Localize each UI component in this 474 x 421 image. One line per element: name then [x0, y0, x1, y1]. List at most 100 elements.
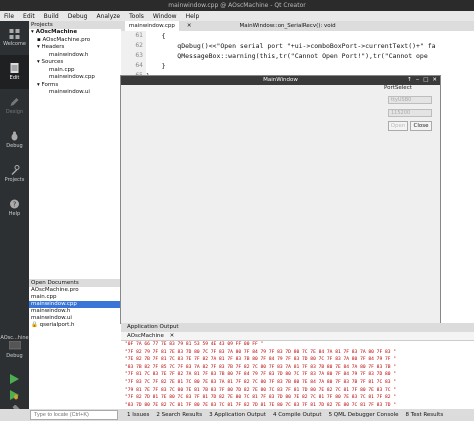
- tree-item-mainwindow-ui[interactable]: mainwindow.ui: [29, 89, 121, 97]
- menu-build[interactable]: Build: [44, 13, 59, 20]
- tree-item-label: AOscMachine: [35, 29, 78, 35]
- open-doc-item[interactable]: mainwindow.h: [29, 308, 121, 315]
- tree-item-headers[interactable]: ▾ Headers: [29, 44, 121, 52]
- port-select-label: PortSelect: [384, 85, 412, 91]
- pin-icon[interactable]: ↑: [407, 76, 412, 85]
- output-line: "79 81 7E 7F 83 7C 80 7E 81 7B 83 7F 80 …: [125, 387, 397, 393]
- open-doc-item[interactable]: AOscMachine.pro: [29, 287, 121, 294]
- app-window-controls: ↑ ‒ □ ✕: [407, 76, 437, 85]
- line-number: 62: [135, 42, 143, 49]
- tree-item-label: mainwindow.ui: [49, 89, 90, 95]
- menu-window[interactable]: Window: [153, 13, 177, 20]
- open-doc-item[interactable]: main.cpp: [29, 294, 121, 301]
- debug-run-icon: [10, 390, 19, 400]
- app-main-window: MainWindow ↑ ‒ □ ✕ PortSelect ttyUSB0 11…: [120, 75, 441, 324]
- mode-projects-label: Projects: [4, 177, 25, 183]
- tree-item-forms[interactable]: ▾ Forms: [29, 82, 121, 90]
- mode-edit[interactable]: Edit: [0, 55, 29, 89]
- monitor-icon: [8, 340, 21, 350]
- port-combo[interactable]: ttyUSB0: [388, 96, 432, 104]
- debug-run-button[interactable]: [8, 389, 20, 403]
- svg-text:?: ?: [13, 201, 17, 209]
- status-tab-search[interactable]: 2 Search Results: [156, 409, 202, 421]
- help-icon: ?: [10, 199, 19, 209]
- tree-item-project[interactable]: ▾ AOscMachine: [29, 29, 121, 37]
- open-documents-list: AOscMachine.pro main.cpp mainwindow.cpp …: [29, 287, 121, 409]
- mode-edit-label: Edit: [9, 75, 20, 81]
- tree-item-sources[interactable]: ▾ Sources: [29, 59, 121, 67]
- mode-welcome[interactable]: Welcome: [0, 21, 29, 55]
- application-output: "0F 7A 66 77 7E 83 79 81 53 59 4E 43 09 …: [121, 341, 474, 409]
- window-title: mainwindow.cpp @ AOscMachine - Qt Creato…: [0, 0, 474, 11]
- close-icon[interactable]: ✕: [432, 76, 437, 85]
- mode-design-label: Design: [5, 109, 24, 115]
- status-tab-issues[interactable]: 1 Issues: [127, 409, 149, 421]
- tree-item-mainwindow-cpp[interactable]: mainwindow.cpp: [29, 74, 121, 82]
- close-button[interactable]: Close: [410, 121, 432, 131]
- tree-item-label: Sources: [41, 59, 64, 65]
- mode-debug[interactable]: Debug: [0, 123, 29, 157]
- close-icon[interactable]: ✕: [170, 333, 175, 339]
- pencil-icon: [10, 98, 19, 106]
- menu-file[interactable]: File: [4, 13, 14, 20]
- tree-item-mainwindow-h[interactable]: mainwindow.h: [29, 52, 121, 60]
- mode-projects[interactable]: Projects: [0, 157, 29, 191]
- tree-item-pro[interactable]: ▪ AOscMachine.pro: [29, 37, 121, 45]
- output-tab-label: AOscMachine: [127, 333, 164, 339]
- output-line: "83 7D 80 7E 82 7C 81 7F 80 7E 83 7C 81 …: [125, 402, 397, 408]
- open-doc-item[interactable]: mainwindow.ui: [29, 315, 121, 322]
- output-line: "0F 7A 66 77 7E 83 79 81 53 59 4E 43 09 …: [125, 342, 264, 347]
- run-button[interactable]: [8, 373, 20, 387]
- close-icon[interactable]: ✕: [187, 21, 192, 31]
- mode-help[interactable]: ? Help: [0, 191, 29, 225]
- output-line: "7F 82 79 7F 81 7E 83 7D 80 7C 7F 83 7A …: [125, 349, 397, 355]
- port-combo-value: ttyUSB0: [391, 97, 412, 103]
- output-line: "83 7B 82 7F 85 7C 7F 83 7A 82 7F 83 7B …: [125, 364, 397, 370]
- menu-tools[interactable]: Tools: [129, 13, 144, 20]
- file-tab[interactable]: mainwindow.cpp: [125, 21, 179, 31]
- output-line: "7F 81 7C 83 7E 7F 82 7A 81 7F 83 7B 80 …: [125, 372, 397, 378]
- menu-bar: File Edit Build Debug Analyze Tools Wind…: [0, 11, 474, 21]
- kit-selector[interactable]: AOsc...hine Debug: [0, 335, 29, 359]
- open-documents-header[interactable]: Open Documents: [29, 279, 121, 287]
- editor-toolbar: mainwindow.cpp ✕ MainWindow::on_SerialRe…: [121, 21, 474, 31]
- tree-item-label: Forms: [41, 81, 59, 88]
- maximize-icon[interactable]: □: [423, 76, 428, 85]
- mode-welcome-label: Welcome: [3, 41, 26, 47]
- line-number: 63: [135, 52, 143, 59]
- open-doc-item-selected[interactable]: mainwindow.cpp: [29, 301, 121, 308]
- baud-combo[interactable]: 115200: [388, 109, 432, 117]
- mode-help-label: Help: [8, 211, 21, 217]
- line-number: 64: [135, 62, 143, 69]
- projects-pane-header[interactable]: Projects: [29, 21, 121, 29]
- status-tab-compile[interactable]: 4 Compile Output: [273, 409, 322, 421]
- menu-edit[interactable]: Edit: [23, 13, 35, 20]
- open-button[interactable]: Open: [388, 121, 408, 131]
- open-doc-item[interactable]: 🔒 qserialport.h: [29, 322, 121, 329]
- status-tab-qml[interactable]: 5 QML Debugger Console: [329, 409, 399, 421]
- app-window-title[interactable]: MainWindow: [121, 76, 440, 85]
- mode-design[interactable]: Design: [0, 89, 29, 123]
- function-tab[interactable]: MainWindow::on_SerialRecv(): void: [239, 21, 335, 31]
- output-tab[interactable]: AOscMachine ✕: [121, 332, 474, 341]
- mode-debug-label: Debug: [6, 143, 23, 149]
- tree-item-label: AOscMachine.pro: [42, 36, 91, 43]
- baud-combo-value: 115200: [391, 110, 411, 116]
- status-tab-app-output[interactable]: 3 Application Output: [209, 409, 266, 421]
- code-line: QMessageBox::warning(this,tr("Cannot Ope…: [146, 52, 428, 60]
- tree-item-label: mainwindow.cpp: [49, 74, 95, 80]
- tree-item-label: mainwindow.h: [49, 51, 89, 58]
- minimize-icon[interactable]: ‒: [416, 76, 420, 85]
- menu-help[interactable]: Help: [186, 13, 200, 20]
- document-icon: [10, 63, 19, 73]
- code-line: }: [146, 62, 166, 70]
- menu-debug[interactable]: Debug: [68, 13, 88, 20]
- menu-analyze[interactable]: Analyze: [96, 13, 120, 20]
- project-tree: ▾ AOscMachine ▪ AOscMachine.pro ▾ Header…: [29, 29, 121, 279]
- status-tab-tests[interactable]: 8 Test Results: [406, 409, 444, 421]
- bug-icon: [11, 131, 18, 141]
- locator-input[interactable]: [30, 410, 118, 420]
- grid-icon: [9, 29, 20, 39]
- tree-item-main-cpp[interactable]: main.cpp: [29, 67, 121, 75]
- wrench-icon: [11, 165, 20, 175]
